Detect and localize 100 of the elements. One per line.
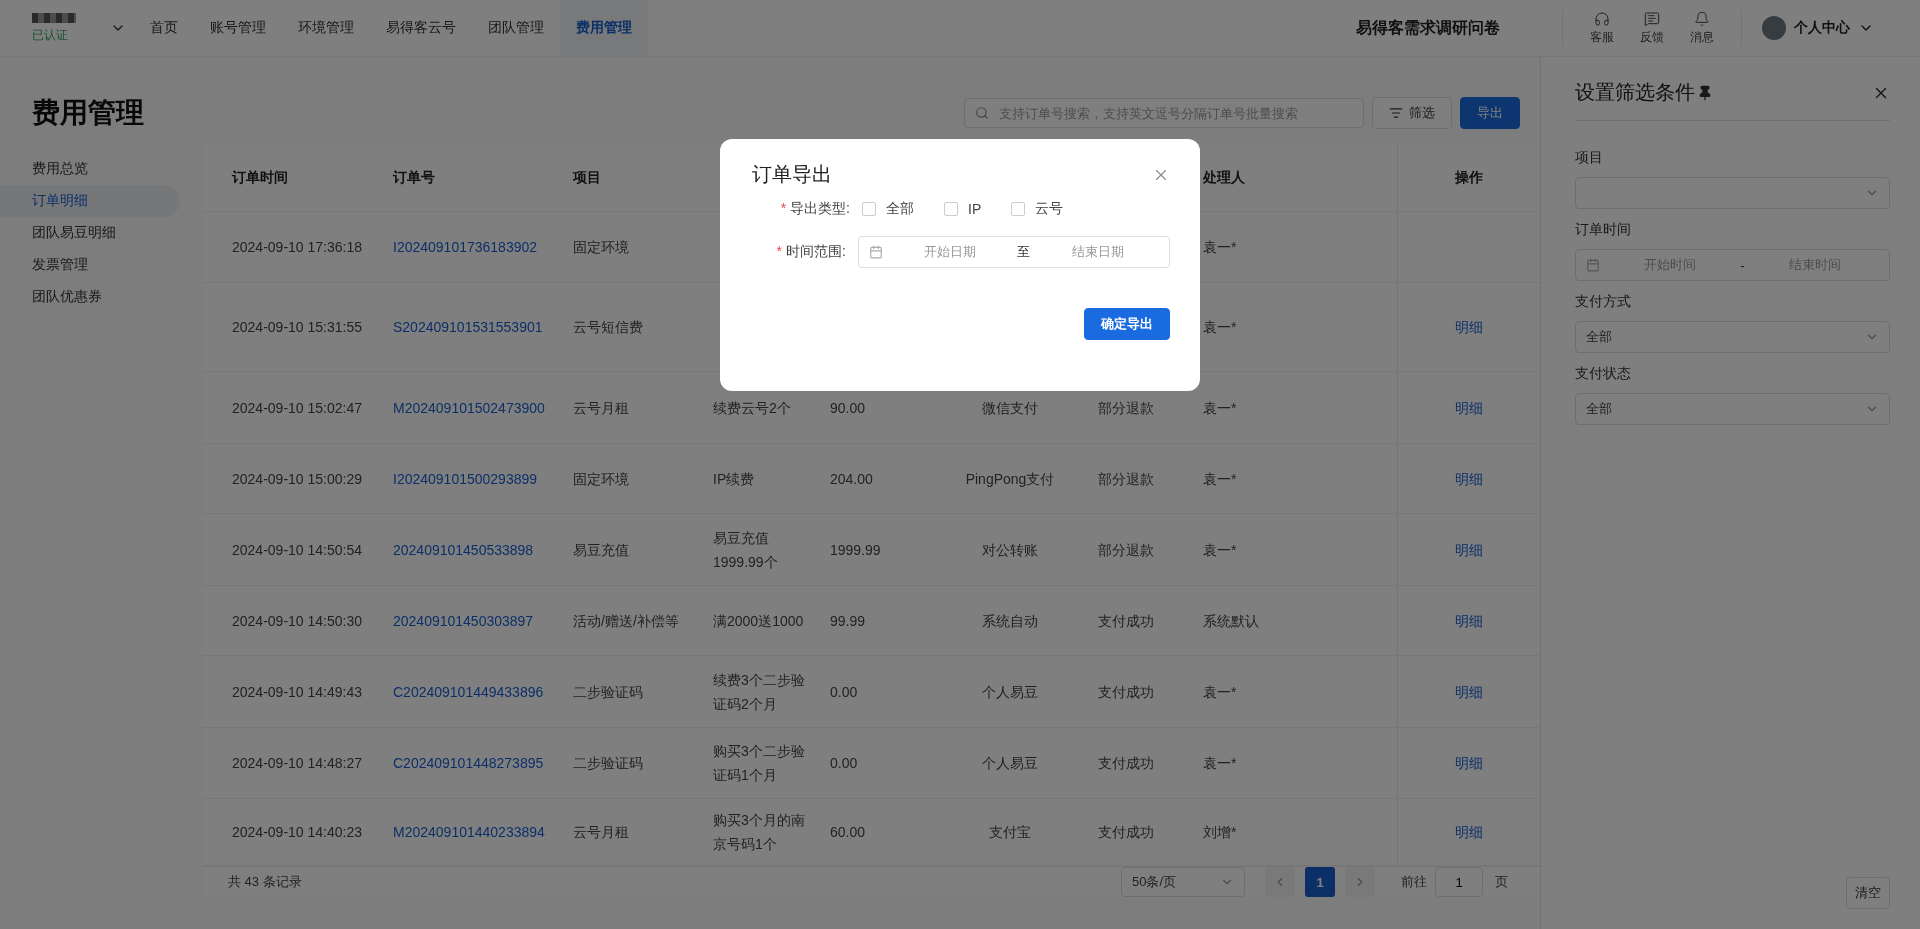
sidebar-item[interactable]: 发票管理 [0,249,180,281]
table-cell-text: 云号月租 [572,823,630,842]
select-field[interactable]: 全部 [1575,393,1890,425]
table-cell-text: 袁一* [1202,754,1238,773]
table-cell-text: 个人易豆 [981,682,1039,702]
order-number-link[interactable]: 202409101450303897 [385,608,565,633]
column-header: 项目 [571,168,602,187]
table-cell-text: 易豆充值1999.99个 [712,528,779,572]
table-cell-text: 活动/赠送/补偿等 [572,611,680,631]
table-cell-text: 袁一* [1202,469,1238,489]
order-number-link[interactable]: C202409101449433896 [385,679,565,704]
table-cell-text: 袁一* [1202,682,1238,702]
user-menu[interactable]: 个人中心 [1756,15,1880,41]
table-cell-text: 支付成功 [1097,611,1155,631]
table-cell-text: 系统自动 [981,611,1039,631]
checkbox[interactable] [944,202,958,216]
checkbox-option[interactable]: 云号 [1011,200,1064,218]
order-number-link[interactable]: I202409101736183902 [385,235,565,259]
calendar-icon [868,245,883,259]
table-cell-text: 2024-09-10 14:50:30 [231,611,363,631]
start-date-placeholder: 开始日期 [923,243,978,261]
column-header: 订单号 [391,168,436,187]
order-number-link[interactable]: 202409101450533898 [385,537,565,562]
nav-item[interactable]: 环境管理 [282,0,370,56]
nav-item[interactable]: 账号管理 [194,0,282,56]
bell-icon [1694,10,1710,27]
export-button[interactable]: 导出 [1460,97,1520,129]
clear-button[interactable]: 清空 [1846,877,1890,909]
table-cell-text: 云号月租 [572,398,630,418]
avatar [1762,16,1786,40]
table-cell-text: 部分退款 [1097,398,1155,418]
order-number-link[interactable]: M202409101502473900 [385,395,565,420]
table-cell-text: 云号短信费 [572,318,644,337]
headset-icon [1594,10,1610,27]
sidebar-item[interactable]: 费用总览 [0,153,180,185]
table-cell-text: 部分退款 [1097,469,1155,489]
sidebar-item[interactable]: 订单明细 [0,185,180,217]
form-label: * 时间范围: [775,243,847,261]
table-cell-text: 微信支付 [981,398,1039,418]
total-count: 共 43 条记录 [228,873,302,891]
table-cell-text: 续费3个二步验证码2个月 [712,670,806,714]
order-number-link[interactable]: C202409101448273895 [385,751,565,775]
page-input[interactable]: 1 [1435,867,1483,897]
table-cell-text: 2024-09-10 15:31:55 [231,318,363,337]
order-number-link[interactable]: S202409101531553901 [385,315,565,339]
nav-icon-button[interactable]: 客服 [1577,10,1627,46]
table-cell-text: 个人易豆 [981,754,1039,773]
table-cell-text: 支付成功 [1097,823,1155,842]
table-cell-text: PingPong支付 [964,469,1056,489]
confirm-export-button[interactable]: 确定导出 [1084,308,1170,340]
range-separator: - [1740,257,1745,273]
table-cell-text: 1999.99 [829,540,882,560]
table-cell-text: 袁一* [1202,318,1238,337]
table-cell-text: 刘增* [1202,823,1238,842]
table-cell-text: 0.00 [829,754,859,773]
table-cell-text: 2024-09-10 14:40:23 [231,823,363,842]
table-cell-text: 60.00 [829,823,867,842]
select-field[interactable] [1575,177,1890,209]
table-cell-text: 90.00 [829,398,867,418]
message-icon [1644,10,1660,27]
column-header: 订单时间 [230,168,289,187]
order-number-link[interactable]: M202409101440233894 [385,820,565,844]
select-field[interactable]: 全部 [1575,321,1890,353]
next-page-button[interactable] [1345,867,1375,897]
table-cell-text: 购买3个二步验证码1个月 [712,742,806,785]
page-title: 费用管理 [32,96,144,130]
field-label: 支付方式 [1575,293,1632,311]
page-button[interactable]: 1 [1305,867,1335,897]
nav-item[interactable]: 团队管理 [472,0,560,56]
nav-icon-button[interactable]: 反馈 [1627,10,1677,46]
table-cell-text: 2024-09-10 17:36:18 [231,238,363,257]
field-label: 项目 [1575,149,1604,167]
table-cell-text: 袁一* [1202,398,1238,418]
page-suffix: 页 [1495,873,1508,891]
order-number-link[interactable]: I202409101500293899 [385,466,565,491]
checkbox-option[interactable]: IP [944,201,982,217]
table-cell-text: 二步验证码 [572,754,644,773]
verified-label: 已认证 [32,26,69,44]
nav-icon-button[interactable]: 消息 [1677,10,1727,46]
field-label: 订单时间 [1575,221,1632,239]
checkbox[interactable] [862,202,876,216]
table-cell-text: 支付宝 [988,823,1032,842]
calendar-icon [1586,258,1600,272]
nav-item[interactable]: 易得客云号 [370,0,472,56]
survey-link[interactable]: 易得客需求调研问卷 [1356,17,1500,39]
prev-page-button[interactable] [1265,867,1295,897]
sidebar-item[interactable]: 团队优惠券 [0,281,180,313]
table-cell-text: 易豆充值 [572,540,630,560]
filter-button[interactable]: 筛选 [1372,97,1452,129]
checkbox[interactable] [1011,202,1026,216]
date-range-field[interactable]: 开始日期 至 结束日期 [857,236,1170,268]
page-size-select[interactable]: 50条/页 [1121,867,1245,897]
checkbox-option[interactable]: 全部 [862,200,914,218]
range-separator: 至 [1017,243,1031,261]
table-cell-text: 2024-09-10 14:48:27 [231,754,363,773]
pin-icon[interactable] [1697,84,1713,101]
nav-item[interactable]: 费用管理 [560,0,648,56]
nav-item[interactable]: 首页 [134,0,194,56]
table-cell-text: 2024-09-10 15:00:29 [231,469,363,489]
sidebar-item[interactable]: 团队易豆明细 [0,217,180,249]
